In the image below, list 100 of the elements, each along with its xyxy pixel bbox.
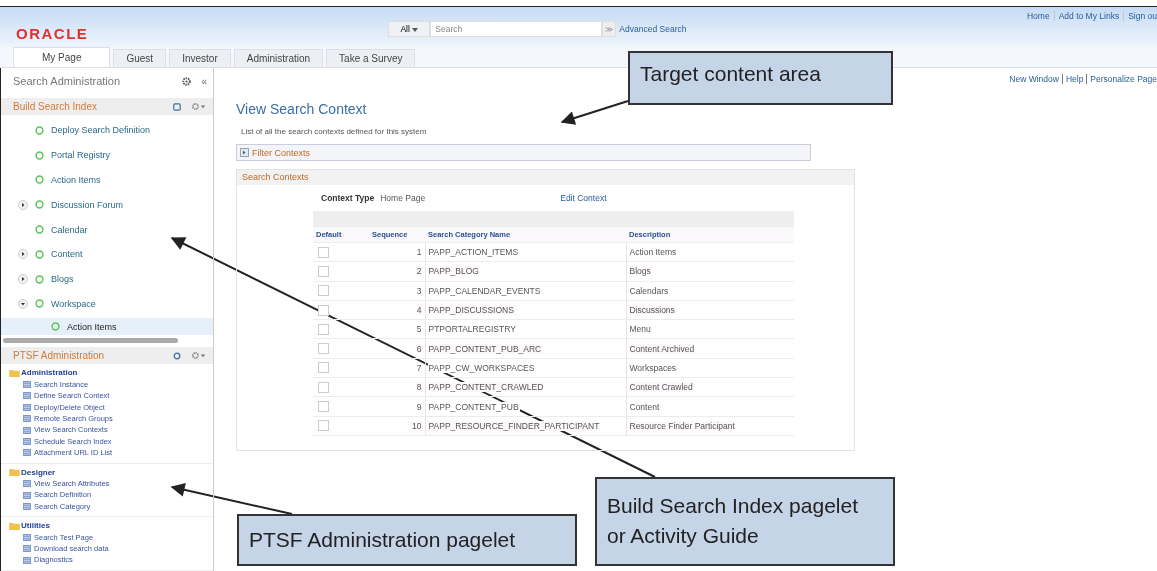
edit-context-link[interactable]: Edit Context [560,193,607,203]
collapse-button[interactable]: « [201,75,207,87]
table-cell: Content Crawled [628,382,694,393]
table-cell: 9 [415,401,423,412]
checkbox[interactable] [318,401,329,412]
tree-item[interactable]: Deploy Search Definition [51,125,151,136]
table-cell: PAPP_CONTENT_PUB_ARC [427,343,543,354]
checkbox[interactable] [318,323,329,335]
settings-menu-icon[interactable] [191,102,207,111]
table-cell: 7 [415,362,423,373]
expand-toggle-icon[interactable] [18,199,28,210]
checkbox[interactable] [318,381,329,393]
step-circle-icon [35,125,44,135]
tab[interactable]: Investor [169,49,231,67]
refresh-icon[interactable] [173,102,181,111]
tree-item[interactable]: Workspace [51,298,96,309]
scope-dropdown[interactable]: All [388,21,431,37]
page-icon [23,403,31,411]
tab[interactable]: My Page [13,47,111,67]
page-icon [23,556,31,564]
table-cell: Content [628,401,661,412]
sidebar-title: Search Administration [13,75,121,87]
panel-title: Search Contexts [237,170,854,185]
table-cell: Blogs [628,266,652,277]
filter-toggle[interactable]: Filter Contexts [252,147,311,158]
tree-item[interactable]: Portal Registry [51,150,111,161]
table-cell: PAPP_CW_WORKSPACES [427,362,536,373]
table-cell: 10 [411,420,423,431]
step-circle-icon [35,200,44,210]
table-cell: Calendars [628,285,670,296]
callout-label: Build Search Index pagelet or Activity Guide [595,477,895,566]
expand-icon[interactable] [240,148,249,157]
page-icon [23,449,31,457]
scrollbar[interactable] [3,338,178,344]
header-link[interactable]: Home [1027,11,1050,21]
collapse-toggle-icon[interactable] [18,298,28,309]
table-cell: PAPP_CALENDAR_EVENTS [427,285,542,296]
page-icon [23,545,31,553]
folder-icon [9,468,20,477]
header-link[interactable]: Sign ou [1128,11,1157,21]
page-icon [23,533,31,541]
step-circle-icon [35,299,44,309]
search-field[interactable]: Search [430,21,603,37]
page-link[interactable]: Personalize Page [1090,74,1157,84]
pagelet-title: PTSF Administration [13,350,106,362]
settings-menu-icon[interactable] [191,351,207,361]
settings-icon[interactable] [182,76,192,86]
table-cell: Resource Finder Participant [628,420,736,431]
table-cell: 3 [415,285,423,296]
tree-item: Action Items [67,321,117,332]
page-title: View Search Context [236,101,367,117]
advanced-search-link[interactable]: Advanced Search [619,24,687,34]
checkbox[interactable] [318,265,329,277]
caret-icon [412,28,419,32]
table-cell: 8 [415,382,423,393]
checkbox[interactable] [318,343,329,355]
tree-item[interactable]: Action Items [51,175,101,185]
tree-item[interactable]: Calendar [51,224,88,235]
field-label: Context Type [321,193,375,203]
step-circle-icon [51,322,60,332]
group-link[interactable]: Designer [21,466,56,479]
tree-row[interactable]: Action Items [1,318,213,336]
table-cell: PAPP_CONTENT_CRAWLED [427,382,545,393]
table-cell: Action Items [628,247,678,258]
page-link[interactable]: Help [1065,74,1084,84]
refresh-icon[interactable] [173,351,181,360]
group-link[interactable]: Utilities [21,520,50,532]
tree-item[interactable]: Discussion Forum [51,199,124,210]
table-cell: Content Archived [628,343,696,354]
page-link[interactable]: New Window [1009,74,1059,84]
expand-toggle-icon[interactable] [18,249,28,260]
page-icon [23,426,31,434]
step-circle-icon [35,249,44,259]
tab[interactable]: Take a Survey [326,49,416,67]
tree-item[interactable]: Blogs [51,274,74,285]
expand-toggle-icon[interactable] [18,274,28,285]
checkbox[interactable] [318,246,329,258]
checkbox[interactable] [318,304,329,316]
pagelet-title: Build Search Index [13,101,98,112]
page-icon [23,392,31,400]
callout-arrow [560,100,629,125]
step-circle-icon [35,225,44,235]
tab[interactable]: Administration [233,49,324,67]
callout-label: Target content area [628,51,893,105]
group-link[interactable]: Administration [21,367,78,379]
folder-icon [9,369,20,378]
checkbox[interactable] [318,362,329,374]
checkbox[interactable] [318,420,329,432]
page-icon [23,480,31,488]
tree-item[interactable]: Content [51,249,83,260]
step-circle-icon [35,274,44,284]
table-cell: Workspaces [628,362,678,373]
table-cell: PAPP_ACTION_ITEMS [427,247,520,258]
table-cell: PAPP_DISCUSSIONS [427,305,515,316]
table-cell: 5 [415,324,423,335]
checkbox[interactable] [318,285,329,297]
step-circle-icon [35,150,44,160]
header-link[interactable]: Add to My Links [1058,11,1120,21]
table-cell: Menu [628,324,652,335]
tab[interactable]: Guest [113,49,167,67]
